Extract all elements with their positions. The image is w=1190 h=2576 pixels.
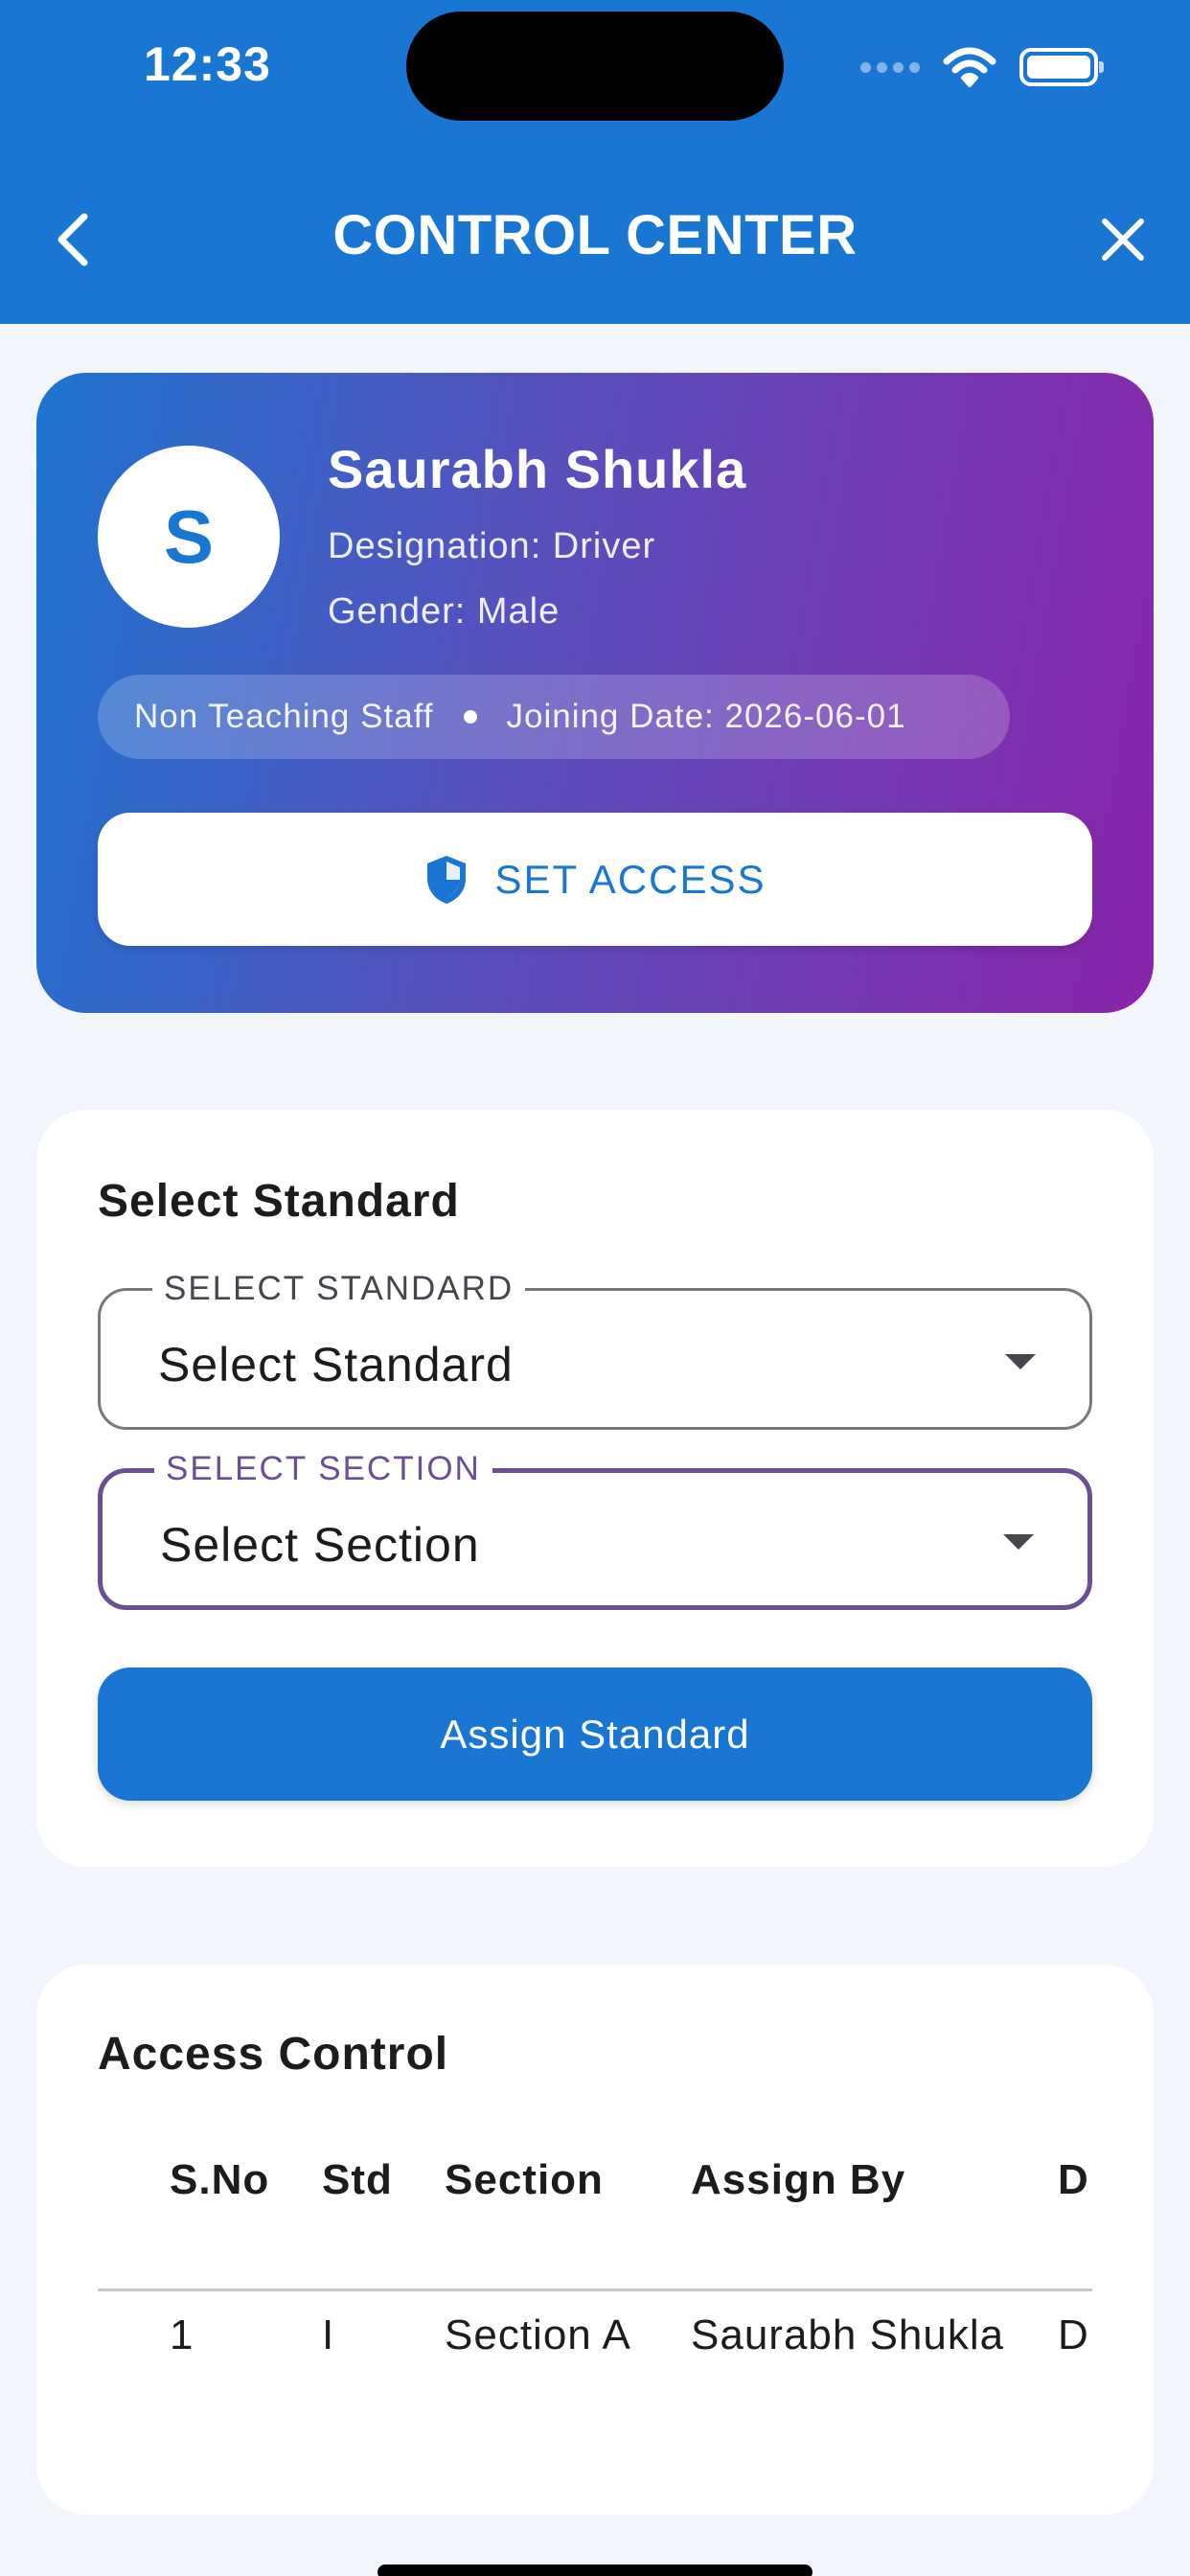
table-divider	[98, 2288, 1092, 2291]
column-header-std: Std	[322, 2156, 393, 2203]
staff-type: Non Teaching Staff	[134, 698, 434, 735]
select-standard-card: Select Standard SELECT STANDARD Select S…	[36, 1110, 1154, 1867]
set-access-label: SET ACCESS	[494, 856, 767, 902]
assign-standard-button[interactable]: Assign Standard	[98, 1668, 1092, 1801]
home-indicator	[378, 2564, 812, 2576]
access-control-heading: Access Control	[98, 2029, 449, 2080]
select-section-dropdown[interactable]: SELECT SECTION Select Section	[98, 1450, 1092, 1610]
select-standard-dropdown[interactable]: SELECT STANDARD Select Standard	[98, 1270, 1092, 1430]
cell-section: Section A	[445, 2312, 631, 2358]
wifi-icon	[943, 47, 996, 87]
column-header-sno: S.No	[170, 2156, 270, 2203]
table-header-row: S.No Std Section Assign By D	[98, 2156, 1092, 2252]
access-control-card: Access Control S.No Std Section Assign B…	[36, 1965, 1154, 2515]
profile-designation: Designation: Driver	[328, 526, 656, 566]
select-standard-label: SELECT STANDARD	[152, 1270, 526, 1308]
column-header-section: Section	[445, 2156, 604, 2203]
select-section-value: Select Section	[160, 1518, 480, 1572]
joining-date: Joining Date: 2026-06-01	[506, 698, 906, 735]
profile-card: S Saurabh Shukla Designation: Driver Gen…	[36, 373, 1154, 1013]
select-standard-value: Select Standard	[158, 1338, 514, 1392]
dropdown-arrow-icon	[1005, 1354, 1036, 1369]
set-access-button[interactable]: SET ACCESS	[98, 813, 1092, 946]
cell-date: D	[1058, 2312, 1089, 2358]
status-icons	[860, 42, 1104, 92]
profile-name: Saurabh Shukla	[328, 439, 747, 499]
profile-gender: Gender: Male	[328, 591, 561, 632]
cell-std: I	[322, 2312, 335, 2358]
access-table[interactable]: S.No Std Section Assign By D 1 I Section…	[98, 2156, 1092, 2482]
cellular-signal-icon	[860, 61, 920, 73]
dynamic-island	[406, 12, 784, 121]
page-title: CONTROL CENTER	[332, 204, 858, 266]
separator-dot	[464, 710, 478, 724]
column-header-date: D	[1058, 2156, 1089, 2203]
status-time: 12:33	[144, 37, 271, 91]
column-header-assign-by: Assign By	[691, 2156, 906, 2203]
battery-icon	[1019, 48, 1104, 86]
select-section-label: SELECT SECTION	[154, 1450, 492, 1488]
dropdown-arrow-icon	[1003, 1534, 1034, 1550]
close-button[interactable]	[1085, 201, 1161, 278]
table-row: 1 I Section A Saurabh Shukla D	[98, 2312, 1092, 2407]
cell-assign-by: Saurabh Shukla	[691, 2312, 1005, 2358]
app-header: 12:33 CONTROL CENTER	[0, 0, 1190, 324]
close-icon	[1102, 218, 1144, 261]
select-standard-heading: Select Standard	[98, 1176, 460, 1227]
avatar: S	[98, 446, 280, 628]
shield-icon	[426, 855, 466, 904]
staff-info-chip: Non Teaching Staff Joining Date: 2026-06…	[98, 675, 1010, 759]
cell-sno: 1	[170, 2312, 195, 2358]
